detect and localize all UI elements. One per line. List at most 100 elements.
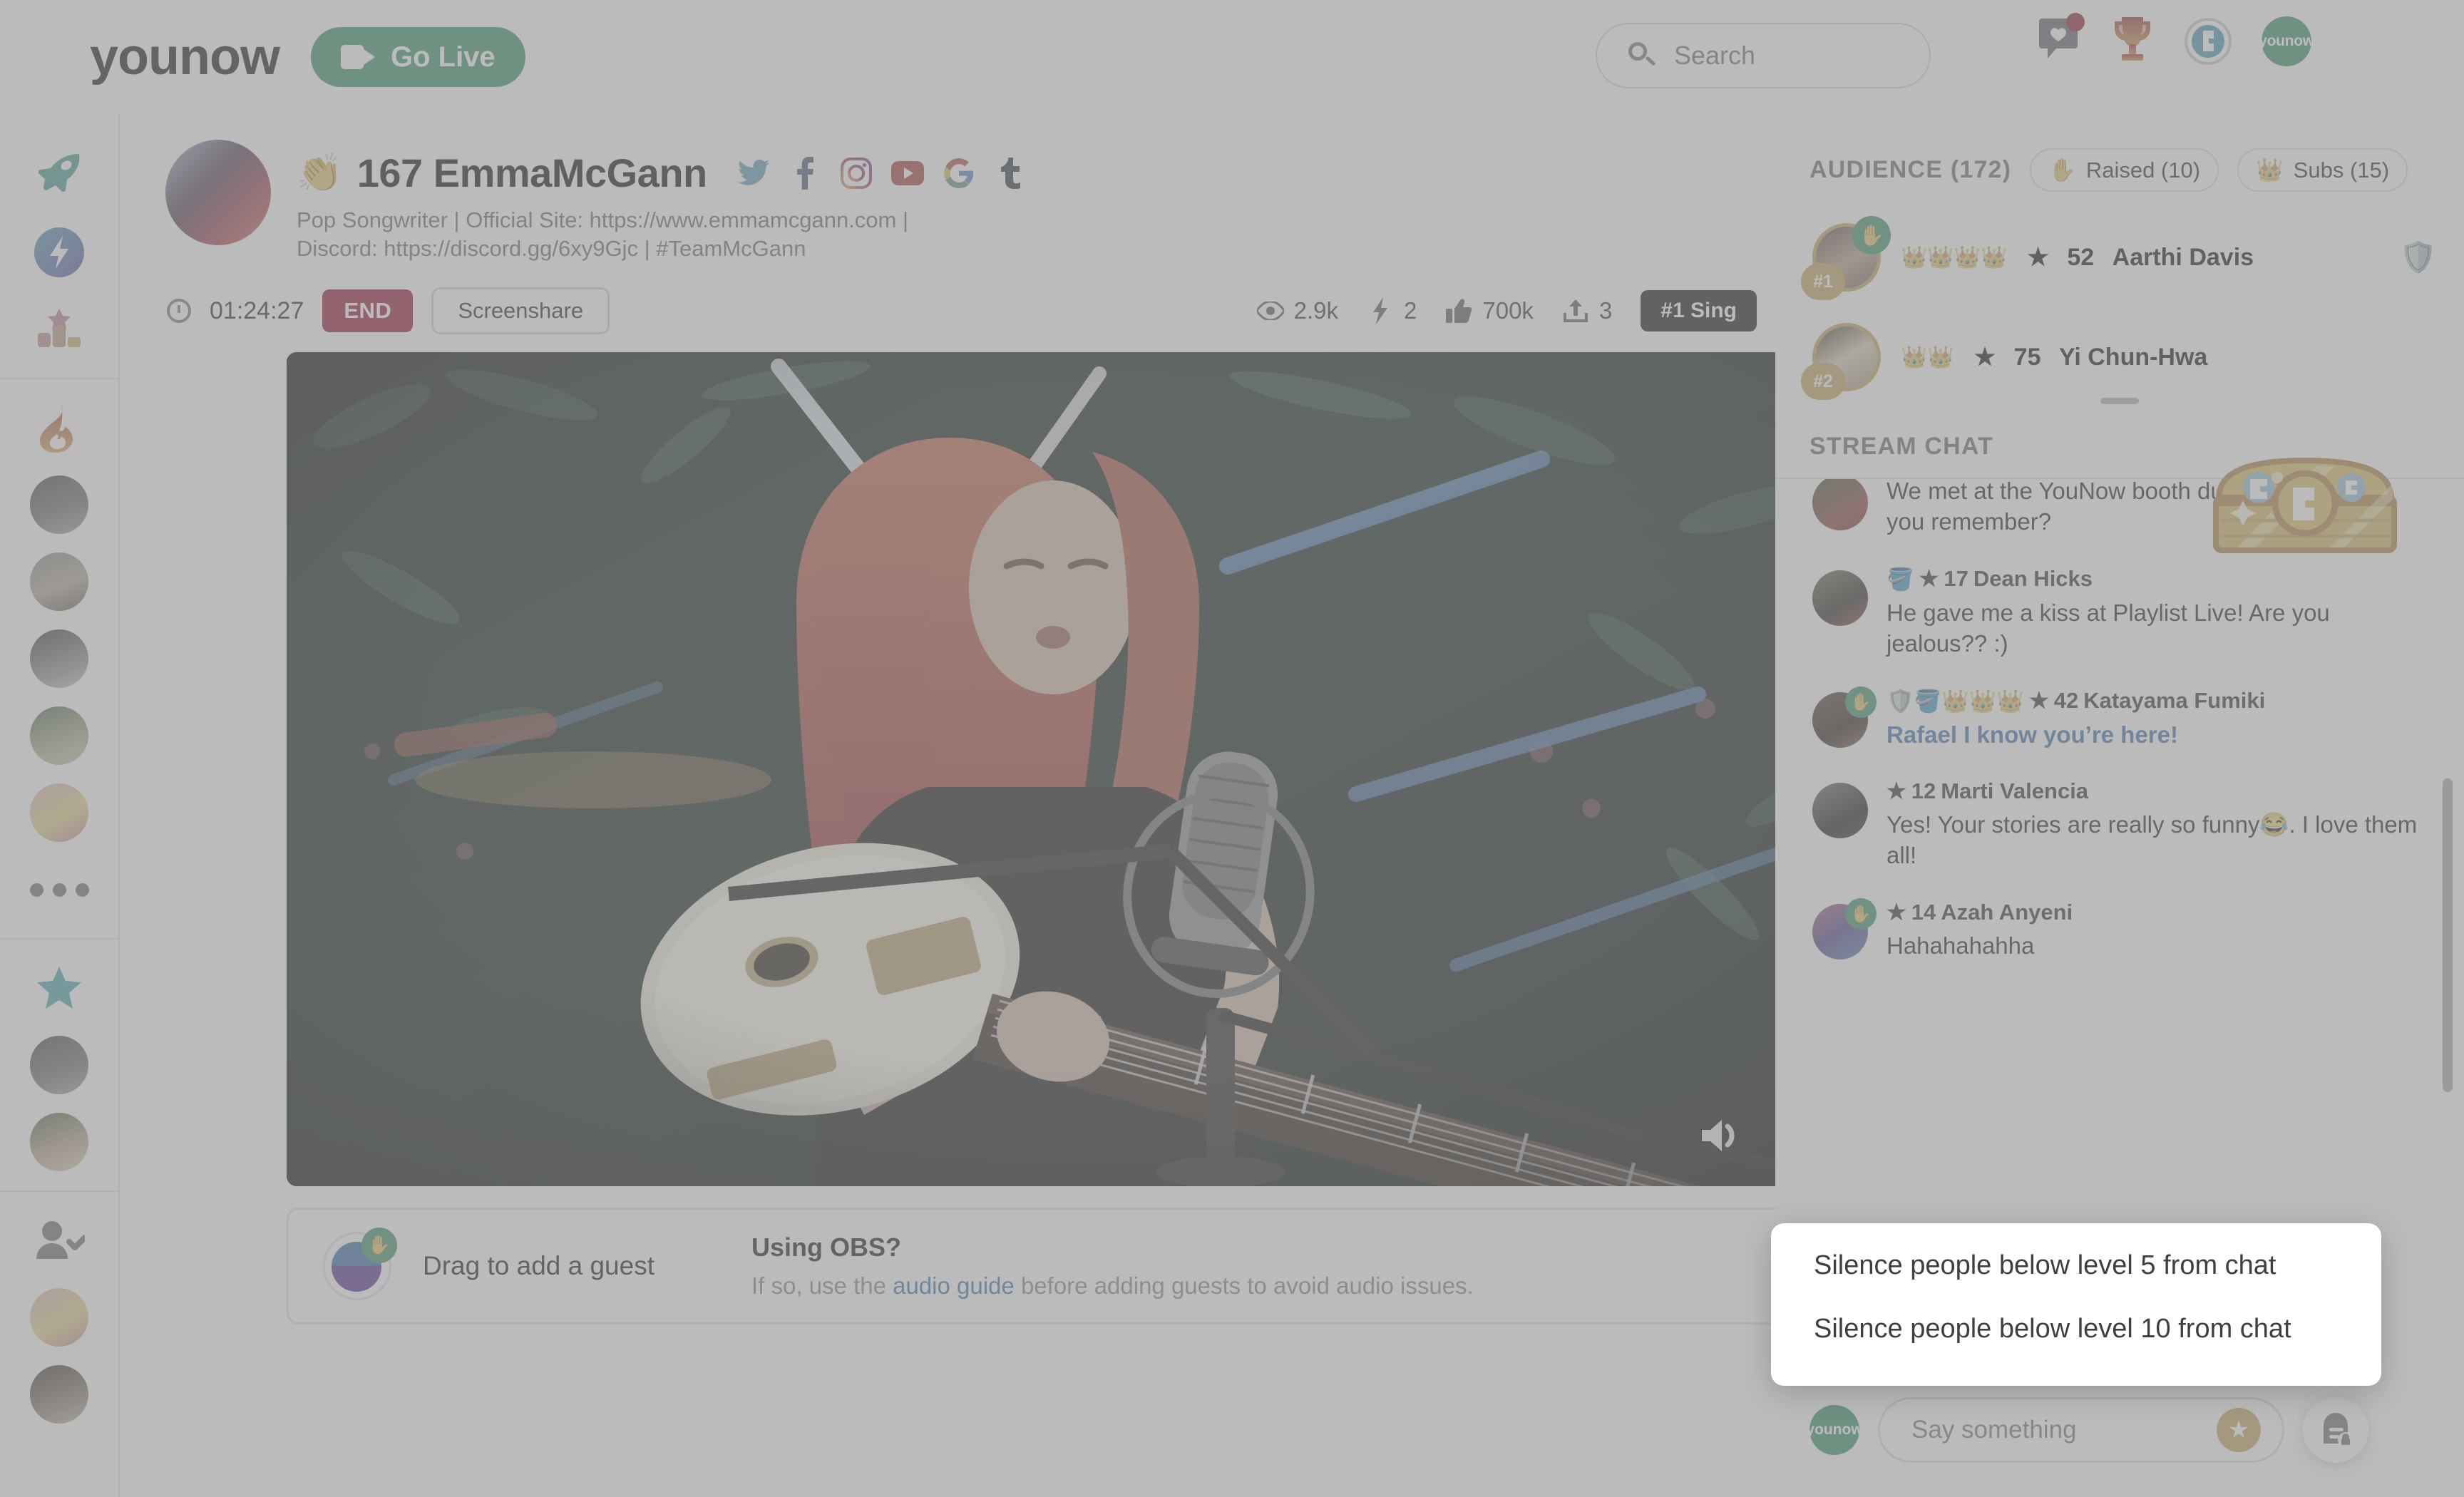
chat-level: 12 [1911, 778, 1936, 804]
sidebar-divider [0, 378, 118, 379]
youtube-icon[interactable] [890, 157, 924, 190]
audience-list[interactable]: ✋ #1 👑👑👑👑 ★ 52 Aarthi Davis 🛡️ #2 👑👑 ★ 7… [1775, 207, 2464, 407]
chat-avatar[interactable] [1812, 479, 1868, 530]
trophy-icon[interactable] [2110, 16, 2155, 66]
likes-stat: 700k [1445, 297, 1534, 324]
search-box[interactable]: Search [1596, 23, 1931, 88]
raised-hand-icon: ✋ [1845, 686, 1877, 718]
younow-logo[interactable]: younow [90, 31, 280, 83]
twitter-icon[interactable] [737, 157, 770, 190]
chat-star-icon: ★ [1886, 778, 1906, 804]
subs-filter-button[interactable]: 👑 Subs (15) [2237, 148, 2408, 192]
raised-hand-icon: ✋ [1845, 898, 1877, 930]
moderator-lock-icon[interactable] [2303, 1397, 2368, 1463]
broadcaster-avatar[interactable] [165, 140, 271, 245]
sidebar-item-leaderboard[interactable] [21, 291, 98, 368]
obs-subtitle: If so, use the audio guide before adding… [751, 1272, 1474, 1300]
chat-row[interactable]: ★ 12 Marti Valencia Yes! Your stories ar… [1775, 764, 2464, 885]
chat-message-text: He gave me a kiss at Playlist Live! Are … [1886, 599, 2330, 657]
tumblr-icon[interactable] [994, 157, 1027, 190]
sidebar-avatar-9[interactable] [21, 1356, 98, 1433]
sidebar-avatar-5[interactable] [21, 774, 98, 851]
sidebar-avatar-8[interactable] [21, 1279, 98, 1356]
chat-user-avatar[interactable]: younow [1806, 1405, 1863, 1455]
sidebar-favorites-star-icon[interactable] [21, 950, 98, 1027]
user-avatar-button[interactable]: younow [2259, 16, 2314, 66]
facebook-icon[interactable] [789, 156, 821, 190]
silence-below-level-10-option[interactable]: Silence people below level 10 from chat [1814, 1314, 2381, 1344]
screenshare-button[interactable]: Screenshare [431, 287, 610, 335]
sidebar-item-trending[interactable] [21, 389, 98, 466]
subs-filter-label: Subs (15) [2293, 157, 2390, 182]
chat-star-icon: ★ [1919, 566, 1939, 592]
viewers-value: 2.9k [1293, 297, 1339, 324]
audience-rank: #1 [1801, 263, 1845, 300]
chat-level: 14 [1911, 900, 1936, 925]
audio-guide-link[interactable]: audio guide [893, 1272, 1015, 1299]
sidebar-avatar-3[interactable] [21, 620, 98, 697]
messages-icon[interactable] [2039, 13, 2085, 65]
coins-icon[interactable] [2185, 17, 2232, 65]
sidebar-avatar-2[interactable] [21, 543, 98, 620]
bolts-stat: 2 [1367, 297, 1417, 325]
audience-row[interactable]: #2 👑👑 ★ 75 Yi Chun-Hwa [1775, 307, 2464, 407]
category-tag[interactable]: #1 Sing [1641, 290, 1757, 332]
chat-input-field[interactable]: Say something ★ [1878, 1397, 2284, 1463]
chat-star-icon: ★ [2029, 688, 2049, 714]
raised-hand-icon: ✋ [1852, 216, 1891, 254]
chat-message-list[interactable]: We met at the YouNow booth during VidCon… [1775, 479, 2464, 1292]
treasure-chest-icon[interactable] [2209, 456, 2401, 556]
stream-stat-bar: 01:24:27 END Screenshare 2.9k 2 700k 3 #… [167, 281, 1757, 341]
moderator-shield-icon: 🛡️ [2399, 240, 2437, 274]
chat-silence-popup-menu[interactable]: Silence people below level 5 from chat S… [1771, 1223, 2381, 1386]
sidebar-avatar-4[interactable] [21, 697, 98, 774]
share-icon [1562, 297, 1589, 324]
go-live-button[interactable]: Go Live [310, 27, 525, 87]
obs-text-after: before adding guests to avoid audio issu… [1014, 1272, 1474, 1300]
bolt-icon [1367, 297, 1394, 325]
video-frame [287, 352, 1866, 1187]
audience-name: Yi Chun-Hwa [2058, 343, 2208, 371]
chat-row[interactable]: ✋ ★ 14 Azah Anyeni Hahahahahha [1775, 885, 2464, 976]
sidebar-more-dots-icon[interactable] [21, 851, 98, 928]
sidebar-item-rocket[interactable] [21, 137, 98, 214]
sidebar-avatar-7[interactable] [21, 1104, 98, 1180]
sidebar-avatar-6[interactable] [21, 1027, 98, 1104]
chat-star-icon: ★ [1886, 900, 1906, 925]
volume-icon[interactable] [1700, 1118, 1745, 1157]
go-live-label: Go Live [390, 41, 496, 73]
silence-below-level-5-option[interactable]: Silence people below level 5 from chat [1814, 1250, 2381, 1281]
chat-scrollbar[interactable] [2443, 778, 2453, 1092]
audience-star-icon: ★ [1973, 344, 1996, 371]
guest-placeholder-avatar[interactable]: ✋ [323, 1228, 397, 1301]
obs-text-before: If so, use the [751, 1272, 893, 1300]
audience-level: 52 [2067, 243, 2095, 271]
chat-avatar[interactable] [1812, 783, 1868, 839]
add-guest-bar[interactable]: ✋ Drag to add a guest Using OBS? If so, … [287, 1208, 1866, 1325]
end-stream-button[interactable]: END [322, 289, 414, 333]
sidebar-following-person-icon[interactable] [21, 1202, 98, 1279]
chat-username[interactable]: Azah Anyeni [1941, 900, 2073, 925]
chat-row[interactable]: ✋ 🛡️🪣👑👑👑 ★ 42 Katayama Fumiki Rafael I k… [1775, 674, 2464, 765]
chat-row[interactable]: 🪣 ★ 17 Dean Hicks He gave me a kiss at P… [1775, 552, 2464, 674]
panel-resize-handle[interactable] [2100, 398, 2139, 404]
audience-name: Aarthi Davis [2112, 243, 2254, 271]
search-input[interactable]: Search [1674, 41, 1755, 71]
likes-value: 700k [1482, 297, 1534, 324]
google-icon[interactable] [943, 157, 975, 190]
star-gift-icon[interactable]: ★ [2217, 1408, 2261, 1452]
chat-username[interactable]: Katayama Fumiki [2083, 688, 2265, 714]
chat-username[interactable]: Dean Hicks [1973, 566, 2093, 592]
audience-crowns: 👑👑👑👑 [1901, 245, 2008, 270]
video-player[interactable] [287, 352, 1866, 1187]
broadcaster-profile: 👏 167 EmmaMcGann Pop Songwriter | Offici… [120, 114, 1775, 262]
audience-row[interactable]: ✋ #1 👑👑👑👑 ★ 52 Aarthi Davis 🛡️ [1775, 207, 2464, 307]
chat-avatar[interactable] [1812, 570, 1868, 626]
profile-description-line-1: Pop Songwriter | Official Site: https://… [297, 207, 909, 232]
sidebar-item-bolt[interactable] [21, 214, 98, 291]
instagram-icon[interactable] [840, 157, 873, 190]
sidebar-avatar-1[interactable] [21, 466, 98, 543]
chat-username[interactable]: Marti Valencia [1941, 778, 2088, 804]
clap-badge-icon: 👏 [297, 151, 343, 195]
raised-filter-button[interactable]: ✋ Raised (10) [2030, 148, 2219, 192]
